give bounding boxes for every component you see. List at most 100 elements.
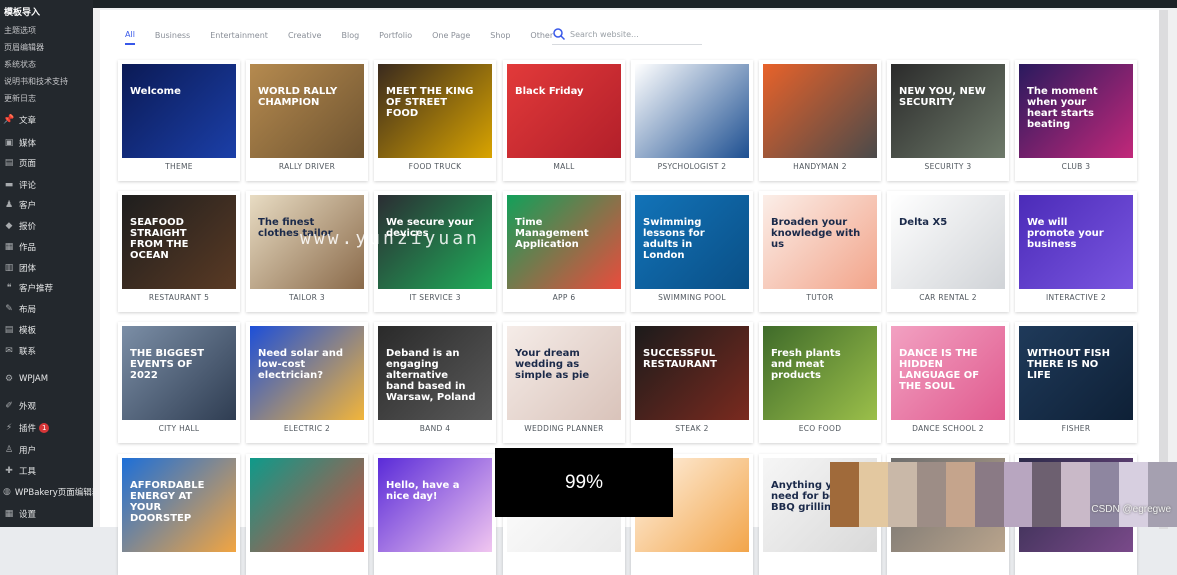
demo-card[interactable]: We will promote your business INTERACTIVE…: [1015, 191, 1137, 312]
tab-creative[interactable]: Creative: [288, 31, 322, 44]
demo-preview-image[interactable]: WITHOUT FISH THERE IS NO LIFE: [1019, 326, 1133, 420]
demo-preview-image[interactable]: Deband is an engaging alternative band b…: [378, 326, 492, 420]
sidebar-item-1[interactable]: ▣ 媒体: [0, 133, 93, 153]
demo-card[interactable]: PSYCHOLOGIST 2: [631, 60, 753, 181]
tab-entertainment[interactable]: Entertainment: [210, 31, 268, 44]
demo-card[interactable]: WITHOUT FISH THERE IS NO LIFE FISHER: [1015, 322, 1137, 443]
sidebar-item-10[interactable]: ▤ 模板: [0, 320, 93, 340]
demo-card[interactable]: AFFORDABLE ENERGY AT YOUR DOORSTEP: [118, 454, 240, 575]
tab-one-page[interactable]: One Page: [432, 31, 470, 44]
tab-all[interactable]: All: [125, 30, 135, 45]
demo-preview-headline: WITHOUT FISH THERE IS NO LIFE: [1027, 348, 1110, 381]
comment-icon: ▬: [4, 180, 14, 190]
demo-preview-image[interactable]: [763, 64, 877, 158]
portfolio-icon: ▦: [4, 242, 14, 252]
demo-name: WEDDING PLANNER: [524, 424, 604, 433]
demo-name: ECO FOOD: [798, 424, 842, 433]
demo-preview-image[interactable]: We will promote your business: [1019, 195, 1133, 289]
demo-card[interactable]: Fresh plants and meat products ECO FOOD: [759, 322, 881, 443]
sidebar-item-15[interactable]: ♙ 用户: [0, 440, 93, 460]
demo-preview-image[interactable]: Delta X5: [891, 195, 1005, 289]
sidebar-item-12[interactable]: ⚙ WPJAM: [0, 369, 93, 389]
sidebar-item-18[interactable]: ▦ 设置: [0, 504, 93, 524]
demo-preview-image[interactable]: [250, 458, 364, 552]
demo-card[interactable]: NEW YOU, NEW SECURITY SECURITY 3: [887, 60, 1009, 181]
demo-card[interactable]: Broaden your knowledge with us TUTOR: [759, 191, 881, 312]
submenu-item[interactable]: 说明书和技术支持: [0, 73, 93, 90]
demo-card[interactable]: HANDYMAN 2: [759, 60, 881, 181]
demo-preview-image[interactable]: Fresh plants and meat products: [763, 326, 877, 420]
demo-card[interactable]: WORLD RALLY CHAMPION RALLY DRIVER: [246, 60, 368, 181]
sidebar-item-13[interactable]: ✐ 外观: [0, 396, 93, 416]
demo-card[interactable]: Time Management Application APP 6: [503, 191, 625, 312]
demo-card[interactable]: Black Friday MALL: [503, 60, 625, 181]
demo-preview-image[interactable]: [635, 64, 749, 158]
sidebar-item-2[interactable]: ▤ 页面: [0, 153, 93, 173]
demo-name: HANDYMAN 2: [793, 162, 847, 171]
demo-card[interactable]: Need solar and low-cost electrician? ELEC…: [246, 322, 368, 443]
demo-preview-image[interactable]: NEW YOU, NEW SECURITY: [891, 64, 1005, 158]
demo-preview-image[interactable]: Need solar and low-cost electrician?: [250, 326, 364, 420]
demo-card[interactable]: Welcome THEME: [118, 60, 240, 181]
demo-preview-image[interactable]: SEAFOOD STRAIGHT FROM THE OCEAN: [122, 195, 236, 289]
tab-blog[interactable]: Blog: [341, 31, 359, 44]
quote-icon: ❝: [6, 283, 12, 293]
demo-preview-image[interactable]: Your dream wedding as simple as pie: [507, 326, 621, 420]
sidebar-item-0[interactable]: 📌 文章: [0, 110, 93, 130]
tab-portfolio[interactable]: Portfolio: [379, 31, 412, 44]
sidebar-item-14[interactable]: ⚡ 插件 1: [0, 418, 93, 438]
search-placeholder[interactable]: Search website...: [570, 30, 639, 39]
demo-preview-image[interactable]: Swimming lessons for adults in London: [635, 195, 749, 289]
demo-preview-image[interactable]: The moment when your heart starts beatin…: [1019, 64, 1133, 158]
submenu-item[interactable]: 页眉编辑器: [0, 39, 93, 56]
demo-preview-image[interactable]: MEET THE KING OF STREET FOOD: [378, 64, 492, 158]
sidebar-item-17[interactable]: ◍ WPBakery页面编辑器: [0, 482, 100, 502]
scrollbar[interactable]: [1159, 10, 1168, 529]
submenu-item[interactable]: 系统状态: [0, 56, 93, 73]
sidebar-item-6[interactable]: ▦ 作品: [0, 237, 93, 257]
demo-card[interactable]: SEAFOOD STRAIGHT FROM THE OCEAN RESTAURAN…: [118, 191, 240, 312]
demo-preview-image[interactable]: Black Friday: [507, 64, 621, 158]
demo-preview-headline: WORLD RALLY CHAMPION: [258, 86, 338, 108]
sidebar-item-9[interactable]: ✎ 布局: [0, 299, 93, 319]
sidebar-item-3[interactable]: ▬ 评论: [0, 175, 93, 195]
group-icon: ▥: [4, 263, 14, 273]
submenu-item[interactable]: 更新日志: [0, 90, 93, 107]
demo-preview-image[interactable]: Time Management Application: [507, 195, 621, 289]
submenu-item[interactable]: 主题选项: [0, 22, 93, 39]
tab-shop[interactable]: Shop: [490, 31, 510, 44]
demo-card[interactable]: Your dream wedding as simple as pie WEDDI…: [503, 322, 625, 443]
demo-card[interactable]: Swimming lessons for adults in London SWI…: [631, 191, 753, 312]
sidebar-item-4[interactable]: ♟ 客户: [0, 195, 93, 215]
submenu-item[interactable]: 模板导入: [0, 5, 93, 22]
tab-other[interactable]: Other: [530, 31, 553, 44]
sidebar-item-16[interactable]: ✚ 工具: [0, 461, 93, 481]
demo-preview-image[interactable]: SUCCESSFUL RESTAURANT: [635, 326, 749, 420]
mail-icon: ✉: [5, 346, 13, 356]
demo-card[interactable]: We secure your devices IT SERVICE 3: [374, 191, 496, 312]
demo-preview-image[interactable]: Hello, have a nice day!: [378, 458, 492, 552]
demo-card[interactable]: MEET THE KING OF STREET FOOD FOOD TRUCK: [374, 60, 496, 181]
website-search[interactable]: Search website...: [552, 24, 702, 45]
demo-preview-image[interactable]: WORLD RALLY CHAMPION: [250, 64, 364, 158]
demo-card[interactable]: The finest clothes tailor TAILOR 3: [246, 191, 368, 312]
sidebar-item-7[interactable]: ▥ 团体: [0, 258, 93, 278]
demo-card[interactable]: THE BIGGEST EVENTS OF 2022 CITY HALL: [118, 322, 240, 443]
demo-card[interactable]: [246, 454, 368, 575]
demo-card[interactable]: The moment when your heart starts beatin…: [1015, 60, 1137, 181]
demo-preview-image[interactable]: Welcome: [122, 64, 236, 158]
demo-card[interactable]: Hello, have a nice day!: [374, 454, 496, 575]
demo-preview-headline: We will promote your business: [1027, 217, 1104, 250]
sidebar-item-5[interactable]: ◆ 报价: [0, 216, 93, 236]
demo-card[interactable]: Deband is an engaging alternative band b…: [374, 322, 496, 443]
demo-preview-image[interactable]: DANCE IS THE HIDDEN LANGUAGE OF THE SOUL: [891, 326, 1005, 420]
tab-business[interactable]: Business: [155, 31, 190, 44]
demo-card[interactable]: Delta X5 CAR RENTAL 2: [887, 191, 1009, 312]
demo-preview-image[interactable]: THE BIGGEST EVENTS OF 2022: [122, 326, 236, 420]
demo-card[interactable]: DANCE IS THE HIDDEN LANGUAGE OF THE SOUL…: [887, 322, 1009, 443]
demo-preview-image[interactable]: Broaden your knowledge with us: [763, 195, 877, 289]
demo-card[interactable]: SUCCESSFUL RESTAURANT STEAK 2: [631, 322, 753, 443]
sidebar-item-8[interactable]: ❝ 客户推荐: [0, 278, 93, 298]
demo-preview-image[interactable]: AFFORDABLE ENERGY AT YOUR DOORSTEP: [122, 458, 236, 552]
sidebar-item-11[interactable]: ✉ 联系: [0, 341, 93, 361]
